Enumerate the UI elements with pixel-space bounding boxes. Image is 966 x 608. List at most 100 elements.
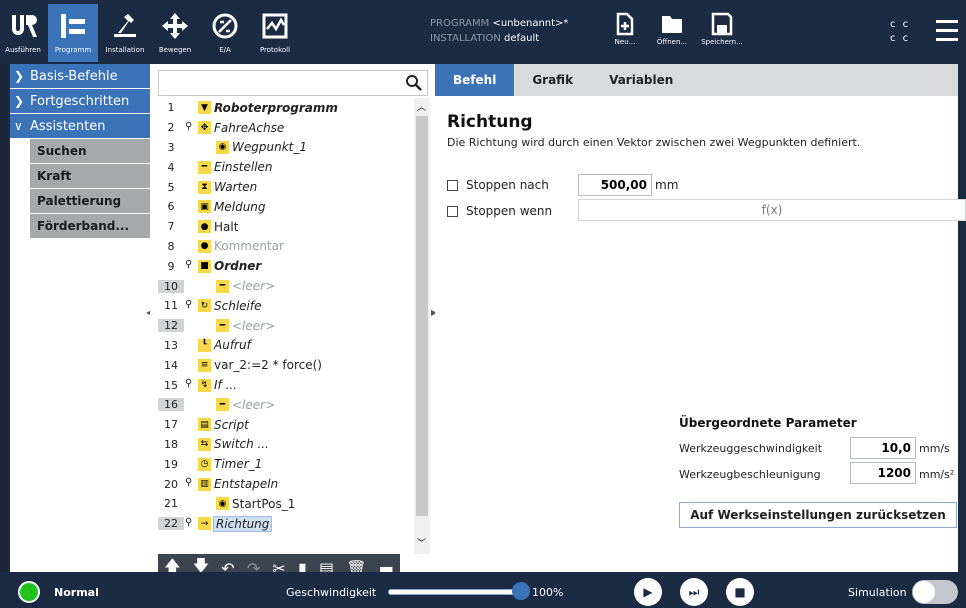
assistant-force[interactable]: Kraft — [30, 164, 150, 188]
tab-command[interactable]: Befehl — [435, 64, 515, 96]
line-number: 21 — [164, 497, 178, 511]
tool-accel-input[interactable]: 1200 — [850, 462, 916, 484]
node-type-icon: ≡ — [198, 358, 211, 372]
open-button-label: Öffnen... — [656, 38, 688, 46]
line-number: 3 — [167, 140, 175, 154]
play-button[interactable]: ▶ — [634, 578, 662, 606]
speed-slider[interactable] — [388, 589, 522, 595]
tree-row[interactable]: 21 ◉ StartPos_1 — [158, 494, 413, 514]
tab-move-label: Bewegen — [158, 46, 192, 54]
stop-when-expression-input[interactable]: f(x) — [578, 199, 966, 221]
tab-run[interactable]: Ausführen — [0, 4, 46, 62]
program-tree: 1 ▼ Roboterprogramm 2 ⚲ ✥ FahreAchse 3 ◉ Wegpunkt… — [158, 98, 413, 534]
scroll-down-icon[interactable]: ﹀ — [417, 536, 426, 549]
assistant-palletizing[interactable]: Palettierung — [30, 189, 150, 213]
tree-row[interactable]: 19 ◷ Timer_1 — [158, 454, 413, 474]
expand-pin-icon[interactable]: ⚲ — [185, 299, 192, 310]
stop-after-label: Stoppen nach — [466, 178, 549, 192]
tree-row[interactable]: 7 ● Halt — [158, 217, 413, 237]
node-label: Timer_1 — [214, 457, 263, 472]
tab-installation-label: Installation — [105, 46, 145, 54]
node-label: StartPos_1 — [232, 496, 296, 511]
line-number: 2 — [167, 121, 175, 135]
stop-button[interactable]: ■ — [726, 578, 754, 606]
tree-row[interactable]: 16 ━ <leer> — [158, 395, 413, 415]
tree-row[interactable]: 20 ⚲ ▥ Entstapeln — [158, 474, 413, 494]
node-type-icon: → — [198, 517, 211, 531]
tree-row[interactable]: 4 ━ Einstellen — [158, 157, 413, 177]
line-number: 14 — [164, 358, 178, 372]
node-label: Wegpunkt_1 — [232, 140, 307, 155]
line-number: 1 — [167, 101, 175, 115]
stop-after-input[interactable]: 500,00 — [578, 174, 652, 196]
stop-when-option[interactable]: Stoppen wenn — [447, 204, 552, 218]
node-label: Richtung — [212, 515, 273, 532]
tree-row[interactable]: 10 ━ <leer> — [158, 276, 413, 296]
line-number: 11 — [164, 299, 178, 313]
tree-row[interactable]: 15 ⚲ ↯ If ... — [158, 375, 413, 395]
tab-installation[interactable]: Installation — [102, 4, 148, 62]
category-assistants[interactable]: ∨ Assistenten — [10, 114, 150, 138]
expand-pin-icon[interactable]: ⚲ — [185, 259, 192, 270]
tree-row[interactable]: 9 ⚲ ■ Ordner — [158, 256, 413, 276]
tree-row[interactable]: 14 ≡ var_2:=2 * force() — [158, 355, 413, 375]
expand-pin-icon[interactable]: ⚲ — [185, 121, 192, 132]
assistant-search[interactable]: Suchen — [30, 139, 150, 163]
program-tree-panel: 1 ▼ Roboterprogramm 2 ⚲ ✥ FahreAchse 3 ◉ Wegpunkt… — [150, 64, 430, 572]
step-button[interactable]: ⏭ — [680, 578, 708, 606]
tree-row[interactable]: 2 ⚲ ✥ FahreAchse — [158, 118, 413, 138]
tab-variables[interactable]: Variablen — [591, 64, 691, 96]
node-type-icon: ◷ — [198, 457, 211, 471]
tab-program[interactable]: Programm — [48, 4, 98, 62]
node-type-icon: ● — [198, 239, 211, 253]
expand-pin-icon[interactable]: ⚲ — [185, 378, 192, 389]
scroll-up-icon[interactable]: ︿ — [417, 100, 426, 113]
assistant-conveyor[interactable]: Förderband... — [30, 214, 150, 238]
status-indicator-icon[interactable] — [18, 581, 40, 603]
parent-parameters: Übergeordnete Parameter — [679, 416, 857, 430]
reset-defaults-button[interactable]: Auf Werkseinstellungen zurücksetzen — [679, 502, 957, 528]
scrollbar-thumb[interactable] — [416, 116, 428, 516]
open-button[interactable]: Öffnen... — [650, 12, 694, 46]
tree-row[interactable]: 12 ━ <leer> — [158, 316, 413, 336]
line-number: 4 — [167, 160, 175, 174]
top-bar: Ausführen Programm Installation Bewegen … — [0, 0, 966, 64]
stop-when-checkbox[interactable] — [447, 205, 458, 217]
chevron-down-icon: ∨ — [14, 119, 23, 133]
tree-row[interactable]: 11 ⚲ ↻ Schleife — [158, 296, 413, 316]
line-number: 8 — [167, 239, 175, 253]
tree-row[interactable]: 22 ⚲ → Richtung — [158, 514, 413, 534]
category-advanced[interactable]: ❯ Fortgeschritten — [10, 89, 150, 113]
tab-io[interactable]: E/A — [202, 4, 248, 62]
stop-after-option[interactable]: Stoppen nach — [447, 178, 549, 192]
node-type-icon: ━ — [198, 160, 211, 174]
tree-row[interactable]: 18 ⇆ Switch ... — [158, 435, 413, 455]
stop-after-checkbox[interactable] — [447, 179, 458, 191]
save-button[interactable]: Speichern... — [700, 12, 744, 46]
node-label: Warten — [214, 180, 258, 195]
tree-row[interactable]: 8 ● Kommentar — [158, 237, 413, 257]
tree-row[interactable]: 3 ◉ Wegpunkt_1 — [158, 138, 413, 158]
tree-row[interactable]: 13 ┖ Aufruf — [158, 336, 413, 356]
hamburger-menu-icon[interactable] — [936, 20, 958, 47]
tree-row[interactable]: 6 ▣ Meldung — [158, 197, 413, 217]
speed-slider-knob[interactable] — [512, 582, 530, 600]
tab-move[interactable]: Bewegen — [152, 4, 198, 62]
tree-row[interactable]: 17 ▤ Script — [158, 415, 413, 435]
tool-speed-label: Werkzeuggeschwindigkeit — [679, 442, 823, 455]
search-input[interactable] — [158, 70, 428, 96]
tree-row[interactable]: 1 ▼ Roboterprogramm — [158, 98, 413, 118]
tab-log[interactable]: Protokoll — [252, 4, 298, 62]
tool-speed-input[interactable]: 10,0 — [850, 437, 916, 459]
node-label: Ordner — [214, 259, 262, 274]
simulation-toggle[interactable] — [912, 580, 958, 604]
tree-scrollbar[interactable]: ︿ ﹀ — [414, 98, 430, 554]
tab-graphics[interactable]: Grafik — [514, 64, 591, 96]
node-type-icon: ▣ — [198, 200, 211, 214]
tree-row[interactable]: 5 ⧗ Warten — [158, 177, 413, 197]
new-button[interactable]: Neu... — [603, 12, 647, 46]
category-basic[interactable]: ❯ Basis-Befehle — [10, 64, 150, 88]
stop-after-unit: mm — [655, 178, 679, 192]
expand-pin-icon[interactable]: ⚲ — [185, 477, 192, 488]
expand-pin-icon[interactable]: ⚲ — [185, 517, 192, 528]
